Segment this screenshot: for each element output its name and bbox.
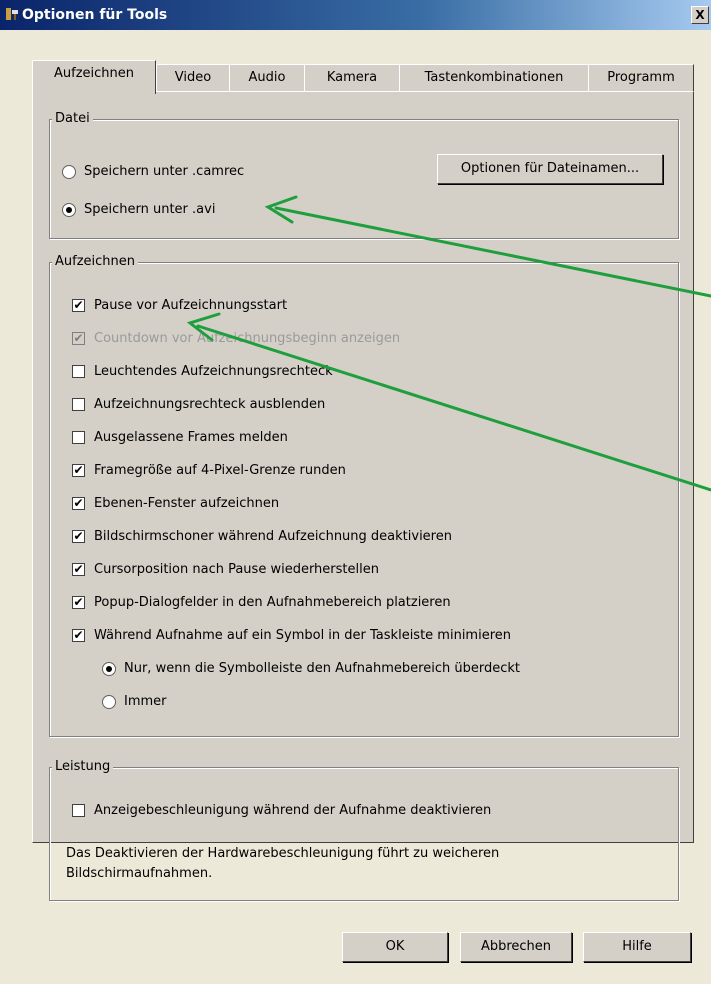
radio-button[interactable]: [62, 203, 76, 217]
tab-video[interactable]: Video: [156, 64, 230, 93]
checkbox-checked[interactable]: ✔: [72, 596, 85, 609]
checkbox-unchecked[interactable]: [72, 431, 85, 444]
checkbox-checked[interactable]: ✔: [72, 629, 85, 642]
title-bar: Optionen für Tools X: [0, 0, 711, 30]
close-button[interactable]: X: [691, 6, 709, 24]
tab-tastenkombinationen[interactable]: Tastenkombinationen: [399, 64, 589, 93]
tab-kamera[interactable]: Kamera: [304, 64, 400, 93]
checkbox-checked-disabled: ✔: [72, 331, 85, 345]
help-button[interactable]: Hilfe: [583, 932, 691, 962]
radio-selected-dot: [66, 207, 72, 213]
tab-audio[interactable]: Audio: [229, 64, 305, 93]
radio-selected-dot: [106, 666, 112, 672]
radio-button[interactable]: [102, 695, 116, 709]
filename-options-button[interactable]: Optionen für Dateinamen...: [437, 154, 663, 184]
checkbox-unchecked[interactable]: [72, 804, 85, 817]
close-icon: X: [695, 8, 705, 22]
leistung-group: Leistung Anzeigebeschleunigung während d…: [49, 759, 679, 901]
aufzeichnen-group: Aufzeichnen ✔ Pause vor Aufzeichnungssta…: [49, 254, 679, 737]
checkbox-unchecked[interactable]: [72, 398, 85, 411]
aufzeichnen-legend: Aufzeichnen: [52, 254, 139, 270]
checkbox-unchecked[interactable]: [72, 365, 85, 378]
checkbox-checked[interactable]: ✔: [72, 464, 85, 477]
datei-legend: Datei: [52, 111, 93, 127]
radio-button[interactable]: [62, 165, 76, 179]
leistung-legend: Leistung: [52, 759, 114, 775]
checkbox-checked[interactable]: ✔: [72, 563, 85, 576]
checkbox-checked[interactable]: ✔: [72, 299, 85, 312]
tools-icon: [6, 8, 18, 20]
datei-group: Datei Speichern unter .camrec Speichern …: [49, 111, 679, 239]
acceleration-info-text: Das Deaktivieren der Hardwarebeschleunig…: [66, 846, 500, 881]
checkbox-checked[interactable]: ✔: [72, 530, 85, 543]
tab-programm[interactable]: Programm: [588, 64, 694, 93]
radio-button[interactable]: [102, 662, 116, 676]
ok-button[interactable]: OK: [342, 932, 448, 962]
cancel-button[interactable]: Abbrechen: [460, 932, 572, 962]
checkbox-checked[interactable]: ✔: [72, 497, 85, 510]
tab-panel-aufzeichnen: Datei Speichern unter .camrec Speichern …: [32, 91, 694, 901]
tab-aufzeichnen[interactable]: Aufzeichnen: [32, 60, 156, 94]
window-title: Optionen für Tools: [22, 7, 168, 23]
